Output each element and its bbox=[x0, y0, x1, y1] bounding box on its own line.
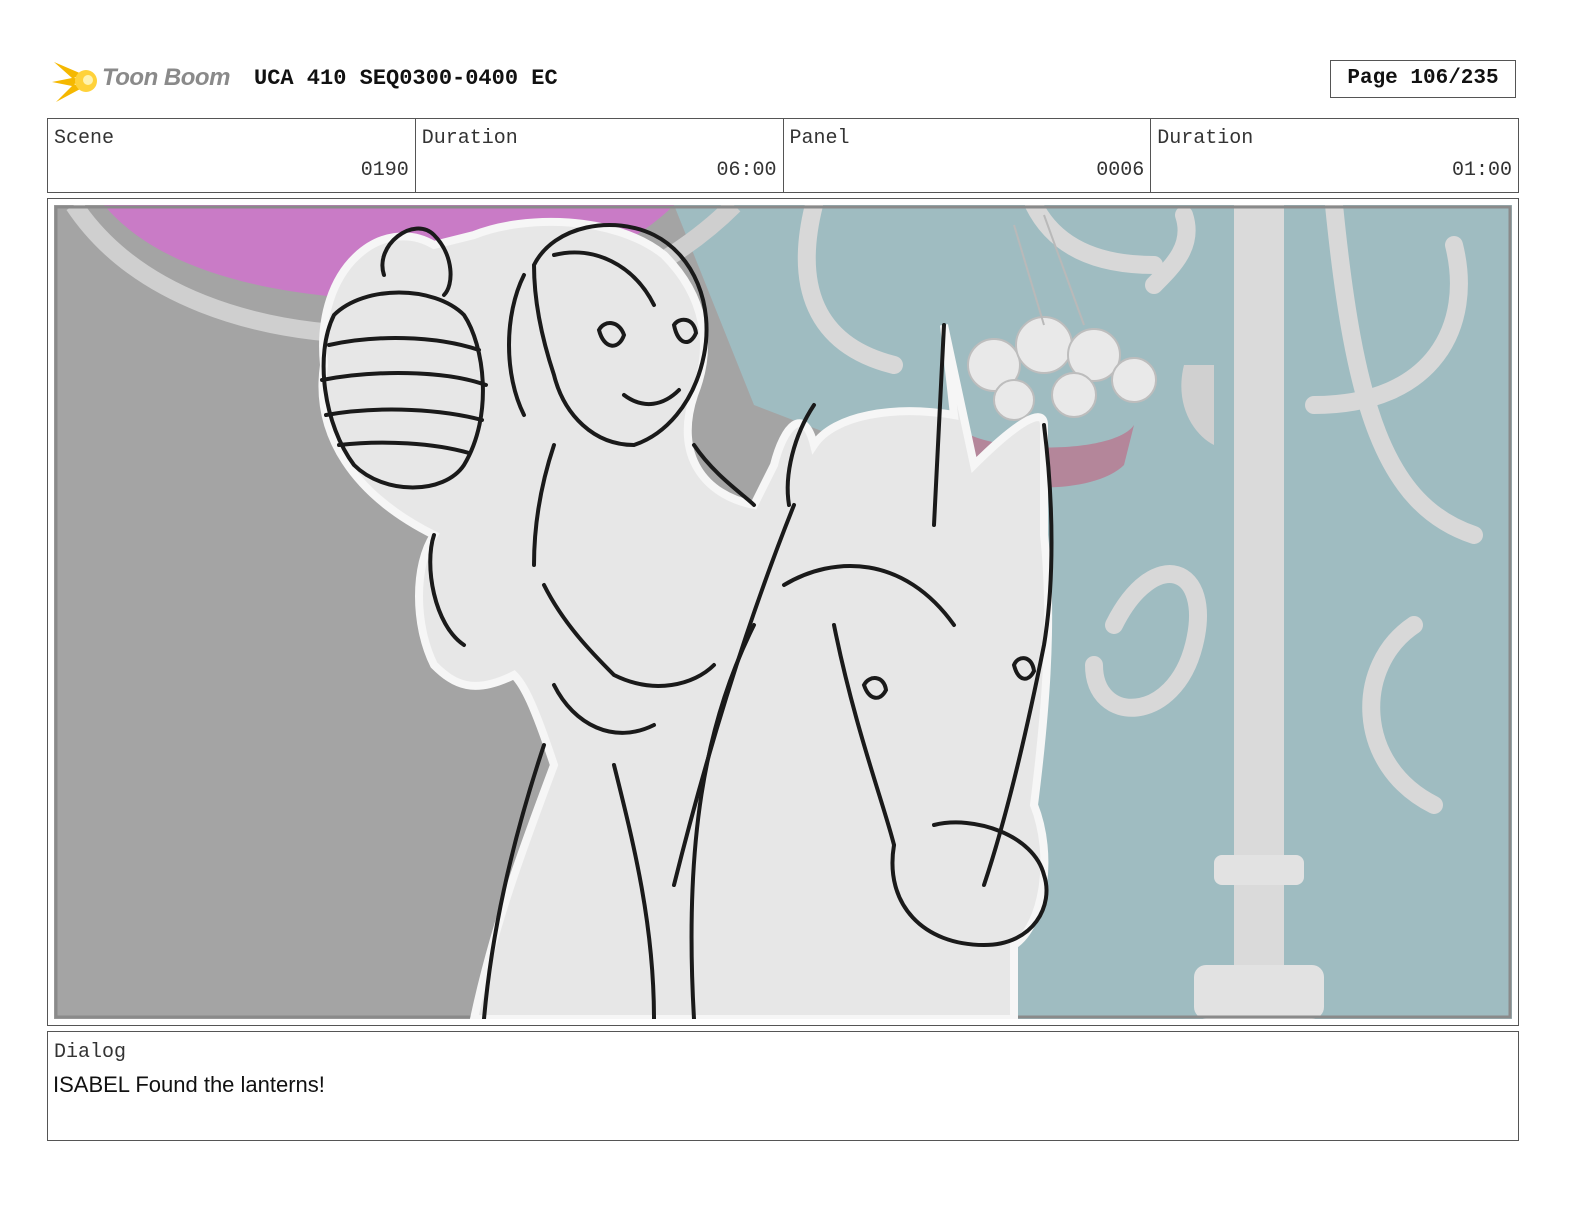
storyboard-sketch bbox=[54, 205, 1512, 1019]
panel-cell: Panel 0006 bbox=[784, 119, 1152, 192]
scene-label: Scene bbox=[54, 127, 115, 150]
scene-duration-cell: Duration 06:00 bbox=[416, 119, 784, 192]
scene-duration-label: Duration bbox=[421, 127, 518, 150]
panel-value: 0006 bbox=[1096, 159, 1145, 182]
panel-duration-label: Duration bbox=[1157, 127, 1254, 150]
toon-boom-logo: Toon Boom bbox=[52, 56, 238, 106]
comet-logo-icon bbox=[52, 62, 97, 102]
panel-info-row: Scene 0190 Duration 06:00 Panel 0006 Dur… bbox=[47, 118, 1519, 193]
storyboard-panel-frame bbox=[47, 198, 1519, 1026]
panel-duration-value: 01:00 bbox=[1451, 159, 1512, 182]
scene-duration-value: 06:00 bbox=[716, 159, 777, 182]
page-indicator: Page 106/235 bbox=[1330, 60, 1516, 98]
scene-value: 0190 bbox=[360, 159, 409, 182]
panel-label: Panel bbox=[789, 127, 850, 150]
storyboard-panel-image bbox=[54, 205, 1512, 1019]
dialog-label: Dialog bbox=[54, 1041, 127, 1064]
scene-cell: Scene 0190 bbox=[48, 119, 416, 192]
dialog-text: ISABEL Found the lanterns! bbox=[53, 1072, 325, 1097]
document-title: UCA 410 SEQ0300-0400 EC bbox=[254, 66, 558, 91]
logo-wordmark: Toon Boom bbox=[102, 64, 230, 91]
panel-duration-cell: Duration 01:00 bbox=[1151, 119, 1518, 192]
dialog-box: Dialog ISABEL Found the lanterns! bbox=[47, 1031, 1519, 1141]
